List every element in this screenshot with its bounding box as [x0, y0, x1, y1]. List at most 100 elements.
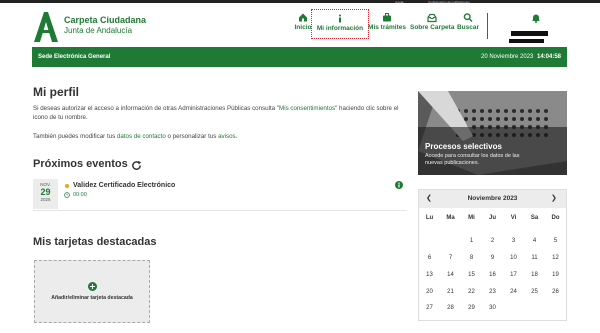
inbox-icon: [427, 13, 437, 23]
user-name-redacted[interactable]: [511, 31, 548, 36]
calendar-day[interactable]: 29: [461, 305, 482, 311]
calendar-day[interactable]: 2: [482, 238, 503, 244]
sede-bar: Sede Electrónica General 20 Noviembre 20…: [32, 47, 567, 67]
calendar-day[interactable]: 10: [503, 255, 524, 261]
user-id-redacted: [509, 39, 544, 43]
perfil-title: Mi perfil: [33, 85, 80, 99]
calendar-day[interactable]: 9: [482, 255, 503, 261]
calendar-next-button[interactable]: ❯: [551, 194, 557, 202]
calendar-week: 6 7 8 9 10 11 12: [419, 255, 566, 267]
nav-label: Sobre Carpeta: [410, 24, 455, 31]
calendar-day[interactable]: 20: [419, 289, 440, 295]
event-title[interactable]: Validez Certificado Electrónico: [73, 182, 175, 189]
weekday-label: Lu: [425, 215, 434, 221]
calendar-day[interactable]: 17: [503, 272, 524, 278]
calendar-day[interactable]: 27: [419, 305, 440, 311]
text-segment: Si deseas autorizar el acceso a informac…: [33, 105, 280, 112]
home-icon: [299, 13, 307, 22]
calendar-day[interactable]: 30: [482, 305, 503, 311]
calendar-weekdays: Lu Ma Mi Ju Vi Sa Do: [419, 215, 566, 227]
weekday-label: Ma: [446, 215, 455, 221]
nav-divider: [487, 13, 488, 39]
event-day: 29: [40, 187, 51, 197]
procesos-title: Procesos selectivos: [425, 142, 502, 151]
calendar-month-title: Noviembre 2023: [467, 195, 518, 202]
brand[interactable]: Carpeta Ciudadana Junta de Andalucía: [64, 15, 146, 36]
calendar-day[interactable]: 26: [545, 289, 566, 295]
sede-title[interactable]: Sede Electrónica General: [38, 54, 110, 60]
calendar: ❮ Noviembre 2023 ❯ Lu Ma Mi Ju Vi Sa Do …: [418, 189, 567, 321]
briefcase-icon: [383, 13, 391, 22]
text-segment: .: [235, 133, 238, 140]
event-item[interactable]: NOV. 29 2025 Validez Certificado Electró…: [33, 177, 407, 211]
calendar-day[interactable]: 12: [545, 255, 566, 261]
nav-buscar[interactable]: Buscar: [456, 11, 480, 41]
perfil-consent-text: Si deseas autorizar el acceso a informac…: [33, 104, 405, 122]
weekday-label: Mi: [468, 215, 475, 221]
calendar-day[interactable]: 1: [461, 238, 482, 244]
calendar-header: ❮ Noviembre 2023 ❯: [419, 190, 566, 208]
brand-region: Junta de Andalucía: [64, 26, 133, 35]
current-time: 14:04:58: [537, 54, 562, 60]
calendar-day[interactable]: 14: [440, 272, 461, 278]
current-date: 20 Noviembre 2023: [481, 54, 534, 60]
calendar-day[interactable]: 5: [545, 238, 566, 244]
top-header: Carpeta Ciudadana Junta de Andalucía Ini…: [0, 3, 600, 43]
weekday-label: Sa: [530, 215, 539, 221]
event-year: 2025: [40, 197, 51, 202]
info-icon: [339, 14, 341, 23]
procesos-selectivos-card[interactable]: Procesos selectivos Accede para consulta…: [418, 91, 567, 175]
calendar-day[interactable]: 18: [524, 272, 545, 278]
add-card-label: Añadir/eliminar tarjeta destacada: [51, 295, 133, 301]
nav-label: Mi información: [316, 25, 364, 32]
nav-mis-tramites[interactable]: Mis trámites: [368, 11, 406, 41]
calendar-day[interactable]: 13: [419, 272, 440, 278]
calendar-day[interactable]: 24: [503, 289, 524, 295]
clock-icon: [64, 192, 70, 198]
brand-name: Carpeta Ciudadana: [64, 15, 147, 25]
plus-circle-icon: [88, 282, 97, 291]
calendar-day[interactable]: 28: [440, 305, 461, 311]
calendar-day[interactable]: 25: [524, 289, 545, 295]
calendar-day[interactable]: 8: [461, 255, 482, 261]
calendar-day[interactable]: 6: [419, 255, 440, 261]
calendar-day[interactable]: 4: [524, 238, 545, 244]
calendar-day[interactable]: 19: [545, 272, 566, 278]
calendar-day[interactable]: 16: [482, 272, 503, 278]
tarjetas-title: Mis tarjetas destacadas: [33, 236, 157, 248]
calendar-week: 1 2 3 4 5: [419, 238, 566, 250]
junta-logo-icon[interactable]: [34, 12, 58, 42]
eventos-title: Próximos eventos: [33, 158, 128, 170]
calendar-day[interactable]: 21: [440, 289, 461, 295]
datos-contacto-link[interactable]: datos de contacto: [117, 133, 166, 140]
perfil-contact-text: También puedes modificar tus datos de co…: [33, 132, 405, 141]
info-circle-icon[interactable]: [395, 181, 403, 189]
calendar-day[interactable]: 22: [461, 289, 482, 295]
event-date: NOV. 29 2025: [33, 179, 58, 209]
procesos-desc: Accede para consultar los datos de las n…: [425, 153, 520, 166]
consentimientos-link[interactable]: Mis consentimientos: [279, 105, 335, 112]
calendar-week: 13 14 15 16 17 18 19: [419, 272, 566, 284]
nav-sobre-carpeta[interactable]: Sobre Carpeta: [410, 11, 454, 41]
text-segment: o personalizar tus: [165, 133, 219, 140]
nav-label: Buscar: [456, 24, 480, 31]
event-status-dot: [65, 184, 69, 188]
calendar-day[interactable]: 15: [461, 272, 482, 278]
nav-mi-informacion[interactable]: Mi información: [311, 9, 369, 39]
calendar-week: 20 21 22 23 24 25 26: [419, 289, 566, 301]
nav-label: Mis trámites: [368, 24, 406, 31]
weekday-label: Ju: [488, 215, 496, 221]
event-time: 00:00: [73, 192, 87, 198]
weekday-label: Vi: [510, 215, 517, 221]
calendar-day[interactable]: 23: [482, 289, 503, 295]
avisos-link[interactable]: avisos: [218, 133, 236, 140]
refresh-icon[interactable]: [131, 160, 142, 171]
calendar-day[interactable]: 7: [440, 255, 461, 261]
search-icon: [463, 13, 473, 22]
add-card-button[interactable]: Añadir/eliminar tarjeta destacada: [34, 260, 150, 323]
calendar-day[interactable]: 11: [524, 255, 545, 261]
text-segment: También puedes modificar tus: [33, 133, 117, 140]
bell-icon[interactable]: [531, 13, 541, 23]
weekday-label: Do: [551, 215, 560, 221]
calendar-day[interactable]: 3: [503, 238, 524, 244]
